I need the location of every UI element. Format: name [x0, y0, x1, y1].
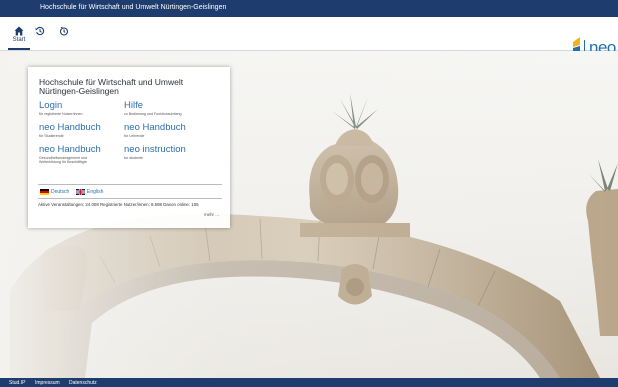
- login-link[interactable]: Login: [39, 101, 62, 111]
- lang-en-label: English: [87, 189, 104, 195]
- handbook-staff-note: Gesundheitsmanagement und Weiterbildung …: [39, 156, 88, 165]
- history-icon: [35, 26, 45, 36]
- login-panel: Hochschule für Wirtschaft und Umwelt Nür…: [28, 67, 230, 228]
- footer-studip-link[interactable]: Stud.IP: [9, 380, 25, 386]
- start-label: Start: [12, 37, 26, 43]
- footer-imprint-link[interactable]: Impressum: [35, 380, 60, 386]
- handbook-students-link[interactable]: neo Handbuch: [39, 123, 101, 133]
- home-icon: [14, 26, 24, 36]
- divider: [38, 184, 222, 185]
- divider: [38, 198, 222, 199]
- start-button[interactable]: Start: [8, 17, 30, 50]
- uk-flag-icon: [76, 189, 85, 195]
- german-flag-icon: [40, 189, 49, 195]
- handbook-teachers-link[interactable]: neo Handbuch: [124, 123, 186, 133]
- more-link[interactable]: mehr ...: [204, 212, 219, 217]
- recent-icon: [59, 26, 69, 36]
- history-button[interactable]: [28, 17, 52, 50]
- handbook-students-note: für Studierende: [39, 134, 64, 138]
- lang-de-link[interactable]: Deutsch: [40, 189, 69, 195]
- handbook-staff-link[interactable]: neo Handbuch: [39, 145, 101, 155]
- handbook-teachers-note: für Lehrende: [124, 134, 145, 138]
- lang-en-link[interactable]: English: [76, 189, 103, 195]
- footer: Stud.IP Impressum Datenschutz: [0, 378, 618, 387]
- footer-privacy-link[interactable]: Datenschutz: [69, 380, 97, 386]
- toolbar: Start neo networking: [0, 17, 618, 64]
- help-note: zu Bedienung und Funktionsumfang: [124, 112, 182, 116]
- login-note: für registrierte Nutzer/innen: [39, 112, 83, 116]
- instruction-note: for students: [124, 156, 143, 160]
- title-bar: Hochschule für Wirtschaft und Umwelt Nür…: [0, 0, 618, 17]
- lang-de-label: Deutsch: [51, 189, 70, 195]
- site-title: Hochschule für Wirtschaft und Umwelt Nür…: [40, 4, 227, 11]
- instruction-link[interactable]: neo instruction: [124, 145, 186, 155]
- recent-button[interactable]: [52, 17, 76, 50]
- help-link[interactable]: Hilfe: [124, 101, 143, 111]
- panel-heading: Hochschule für Wirtschaft und Umwelt Nür…: [39, 77, 184, 96]
- usage-stats: Aktive Veranstaltungen: 24.008 Registrie…: [38, 202, 199, 207]
